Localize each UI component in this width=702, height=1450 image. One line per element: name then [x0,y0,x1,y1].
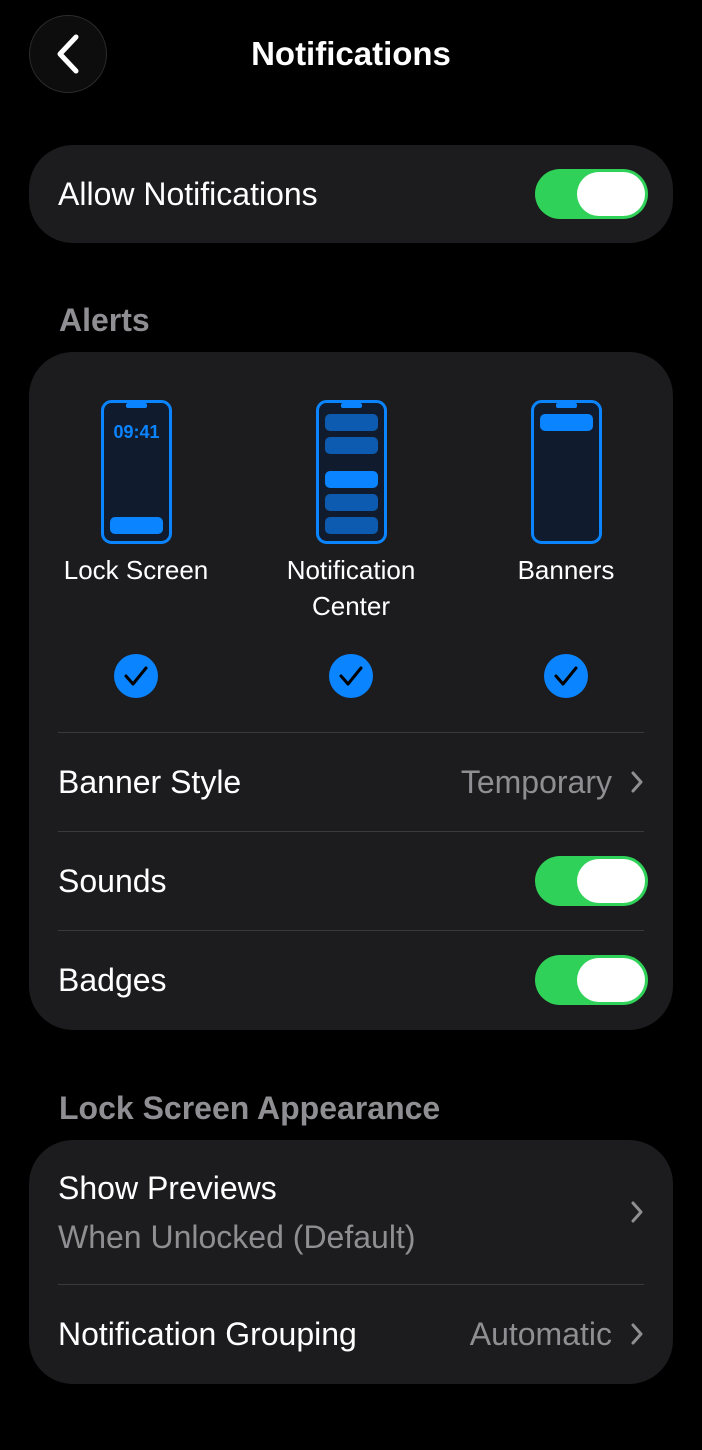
banners-phone-icon [531,400,602,544]
sounds-label: Sounds [58,862,167,899]
allow-notifications-card: Allow Notifications [29,145,673,243]
banner-style-row[interactable]: Banner Style Temporary [29,732,673,831]
notification-grouping-row[interactable]: Notification Grouping Automatic [29,1284,673,1384]
divider [58,831,644,832]
lock-screen-checkmark-icon [114,654,158,698]
toggle-knob [577,172,645,216]
show-previews-text: Show Previews When Unlocked (Default) [58,1168,415,1257]
banner-style-value: Temporary [460,763,612,800]
banners-checkmark-icon [544,654,588,698]
toggle-knob [577,958,645,1002]
lock-screen-appearance-header: Lock Screen Appearance [59,1090,441,1126]
lock-screen-phone-icon: 09:41 [101,400,172,544]
notification-center-label: Notification Center [286,555,416,621]
banner-style-label: Banner Style [58,763,242,800]
sounds-row: Sounds [29,831,673,930]
notification-center-phone-icon [316,400,387,544]
alert-option-notification-center[interactable]: Notification Center [244,352,458,732]
toggle-knob [577,858,645,903]
banners-label: Banners [517,555,615,585]
chevron-right-icon [630,770,644,794]
show-previews-label: Show Previews [58,1169,277,1206]
show-previews-row[interactable]: Show Previews When Unlocked (Default) [29,1140,673,1284]
notification-grouping-value: Automatic [469,1316,612,1352]
page-title: Notifications [251,35,451,72]
notification-center-checkmark-icon [329,654,373,698]
alerts-section-header: Alerts [59,302,150,338]
lock-screen-appearance-card: Show Previews When Unlocked (Default) No… [29,1140,673,1384]
divider [58,930,644,931]
lock-screen-label: Lock Screen [63,555,209,585]
badges-row: Badges [29,930,673,1030]
badges-label: Badges [58,962,167,998]
navigation-bar: Notifications [0,0,702,110]
badges-toggle[interactable] [535,955,648,1005]
divider [58,732,644,733]
show-previews-value: When Unlocked (Default) [58,1218,416,1255]
divider [58,1284,644,1285]
allow-notifications-label: Allow Notifications [58,176,318,212]
chevron-right-icon [630,1322,644,1346]
alert-option-lock-screen[interactable]: 09:41 Lock Screen [29,352,243,732]
alerts-card: 09:41 Lock Screen Notification Center Ba… [29,352,673,1030]
alert-style-options: 09:41 Lock Screen Notification Center Ba… [29,352,673,732]
phone-time-label: 09:41 [113,422,159,442]
sounds-toggle[interactable] [535,855,648,906]
alert-option-banners[interactable]: Banners [459,352,673,732]
allow-notifications-row: Allow Notifications [29,145,673,243]
allow-notifications-toggle[interactable] [535,169,648,219]
chevron-right-icon [630,1200,644,1224]
notification-grouping-label: Notification Grouping [58,1316,357,1352]
